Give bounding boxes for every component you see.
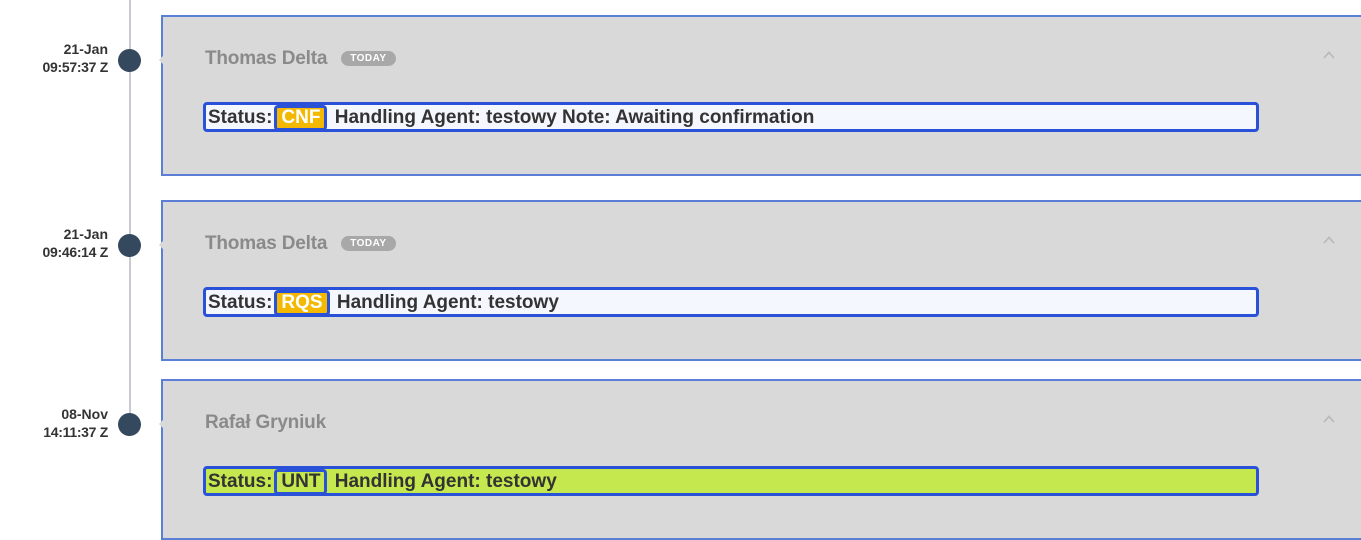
timeline-dot: [118, 413, 141, 436]
timestamp-date: 21-Jan: [63, 226, 108, 242]
history-card: Thomas Delta TODAY Status: CNF Handling Ag…: [161, 15, 1361, 176]
status-details: Handling Agent: testowy Note: Awaiting c…: [329, 107, 815, 128]
timestamp: 21-Jan 09:57:37 Z: [0, 40, 109, 76]
status-label: Status:: [208, 107, 273, 128]
card-author: Thomas Delta TODAY: [205, 233, 396, 255]
timeline-dot: [118, 234, 141, 257]
chevron-up-icon[interactable]: [1323, 234, 1335, 246]
chevron-up-icon[interactable]: [1323, 49, 1335, 61]
status-line: Status: CNF Handling Agent: testowy Note:…: [203, 102, 1259, 132]
status-label: Status:: [208, 292, 273, 313]
status-code: RQS: [274, 290, 330, 316]
author-name: Thomas Delta: [205, 48, 328, 69]
timestamp-date: 08-Nov: [61, 406, 108, 422]
status-line: Status: RQS Handling Agent: testowy: [203, 287, 1259, 317]
status-details: Handling Agent: testowy: [329, 471, 557, 492]
card-author: Rafał Gryniuk: [205, 412, 326, 434]
timestamp-date: 21-Jan: [63, 41, 108, 57]
card-author: Thomas Delta TODAY: [205, 48, 396, 70]
timestamp-time: 14:11:37 Z: [43, 424, 108, 440]
history-card: Thomas Delta TODAY Status: RQS Handling Ag…: [161, 200, 1361, 361]
timeline-dot: [118, 49, 141, 72]
timestamp-time: 09:46:14 Z: [42, 244, 109, 260]
timestamp: 21-Jan 09:46:14 Z: [0, 225, 109, 261]
author-name: Rafał Gryniuk: [205, 412, 326, 433]
today-badge: TODAY: [341, 51, 396, 66]
timestamp-time: 09:57:37 Z: [42, 59, 109, 75]
status-code: UNT: [274, 469, 328, 495]
today-badge: TODAY: [341, 236, 396, 251]
timestamp: 08-Nov 14:11:37 Z: [0, 405, 108, 441]
status-details: Handling Agent: testowy: [331, 292, 559, 313]
status-line: Status: UNT Handling Agent: testowy: [203, 466, 1259, 496]
chevron-up-icon[interactable]: [1323, 413, 1335, 425]
status-code: CNF: [274, 105, 328, 131]
history-card: Rafał Gryniuk Status: UNT Handling Agent:…: [161, 379, 1361, 540]
status-label: Status:: [208, 471, 273, 492]
author-name: Thomas Delta: [205, 233, 328, 254]
